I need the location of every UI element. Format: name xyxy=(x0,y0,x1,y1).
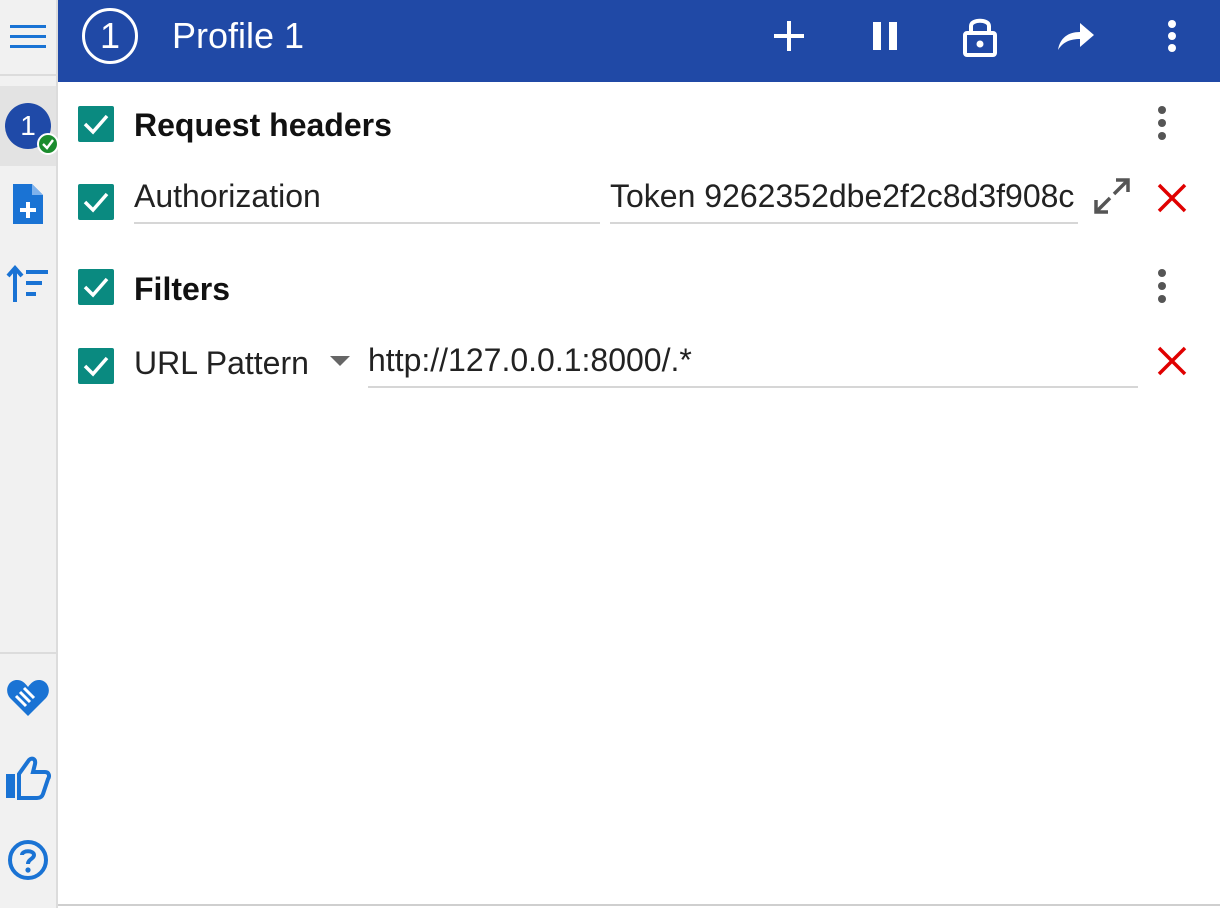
profile-avatar: 1 xyxy=(5,103,59,155)
chevron-down-icon[interactable] xyxy=(330,356,350,366)
more-vertical-icon xyxy=(1158,106,1166,114)
expand-value-button[interactable] xyxy=(1092,176,1132,216)
lock-icon xyxy=(963,18,997,57)
sidebar-item-profile-1[interactable]: 1 xyxy=(0,86,59,166)
request-headers-title: Request headers xyxy=(134,107,392,143)
plus-icon xyxy=(774,21,804,51)
profile-title: Profile 1 xyxy=(172,15,305,56)
pause-icon xyxy=(873,22,897,50)
add-file-button[interactable] xyxy=(0,174,56,234)
sidebar: 1 xyxy=(0,0,59,908)
heart-handshake-icon xyxy=(7,680,49,716)
filters-checkbox[interactable] xyxy=(78,269,114,305)
pause-button[interactable] xyxy=(860,11,910,61)
add-button[interactable] xyxy=(764,11,814,61)
close-icon xyxy=(1157,346,1187,376)
filters-title: Filters xyxy=(134,271,231,307)
hamburger-menu-button[interactable] xyxy=(0,0,56,76)
request-headers-checkbox[interactable] xyxy=(78,106,114,142)
bottom-divider xyxy=(58,904,1220,906)
active-check-icon xyxy=(37,133,59,155)
support-button[interactable] xyxy=(0,668,56,728)
filters-menu-button[interactable] xyxy=(1142,261,1182,311)
checkmark-icon xyxy=(83,356,109,377)
add-file-icon xyxy=(13,184,43,224)
header-name-input[interactable]: Authorization xyxy=(134,174,600,224)
close-icon xyxy=(1157,183,1187,213)
sort-button[interactable] xyxy=(0,254,56,314)
expand-icon xyxy=(1094,178,1130,214)
checkmark-icon xyxy=(83,277,109,298)
help-icon xyxy=(8,840,48,880)
more-vertical-icon xyxy=(1168,20,1176,52)
like-button[interactable] xyxy=(0,748,56,808)
more-vertical-icon xyxy=(1158,269,1166,277)
profile-avatar-number: 1 xyxy=(20,110,36,141)
header-row-checkbox[interactable] xyxy=(78,184,114,220)
header-value-input[interactable]: Token 9262352dbe2f2c8d3f908c xyxy=(610,174,1078,224)
filter-type-select[interactable]: URL Pattern xyxy=(134,341,309,385)
url-pattern-input[interactable]: http://127.0.0.1:8000/.* xyxy=(368,338,1138,388)
share-icon xyxy=(1058,23,1094,50)
lock-button[interactable] xyxy=(955,11,1005,61)
help-button[interactable] xyxy=(0,830,56,890)
top-bar: 1 Profile 1 xyxy=(58,0,1220,82)
filter-row-checkbox[interactable] xyxy=(78,348,114,384)
more-options-button[interactable] xyxy=(1147,11,1197,61)
share-button[interactable] xyxy=(1051,11,1101,61)
profile-number-badge: 1 xyxy=(82,8,138,64)
delete-header-button[interactable] xyxy=(1152,178,1192,218)
checkmark-icon xyxy=(83,192,109,213)
sort-icon xyxy=(6,264,48,302)
sidebar-divider xyxy=(0,652,56,654)
request-headers-menu-button[interactable] xyxy=(1142,98,1182,148)
checkmark-icon xyxy=(83,114,109,135)
delete-filter-button[interactable] xyxy=(1152,341,1192,381)
hamburger-menu-icon xyxy=(10,25,46,48)
profile-number: 1 xyxy=(99,15,121,56)
thumbs-up-icon xyxy=(6,756,51,800)
